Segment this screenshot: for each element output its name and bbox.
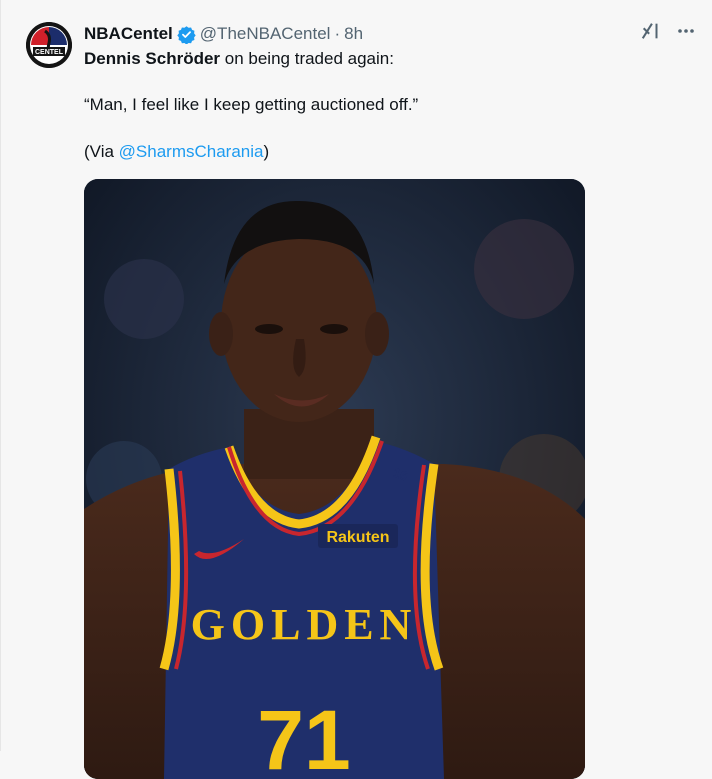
jersey-team-name: GOLDEN [191, 600, 418, 649]
tweet-actions-top [640, 20, 696, 42]
tweet-media-photo[interactable]: 16 Rakuten GOLDEN 71 [84, 179, 585, 779]
tweet-text-bold: Dennis Schröder [84, 49, 221, 68]
jersey-sponsor: Rakuten [326, 529, 389, 546]
avatar[interactable]: CENTEL [26, 22, 72, 68]
via-prefix: (Via [84, 142, 119, 161]
via-mention-link[interactable]: @SharmsCharania [119, 142, 264, 161]
timestamp[interactable]: 8h [344, 24, 363, 44]
via-suffix: ) [263, 142, 270, 161]
separator-dot: · [334, 24, 341, 43]
display-name[interactable]: NBACentel [84, 24, 173, 44]
tweet[interactable]: CENTEL NBACentel @TheNBACentel · 8h Denn… [0, 0, 712, 779]
tweet-via: (Via @SharmsCharania) [84, 142, 269, 162]
grok-icon[interactable] [640, 20, 662, 42]
avatar-logo-text: CENTEL [35, 49, 64, 56]
tweet-quote: “Man, I feel like I keep getting auction… [84, 95, 419, 114]
tweet-text-rest: on being traded again: [220, 49, 394, 68]
verified-badge-icon [177, 25, 196, 45]
more-icon[interactable] [676, 21, 696, 41]
handle[interactable]: @TheNBACentel [200, 24, 331, 44]
tweet-text-line: Dennis Schröder on being traded again: [84, 49, 394, 69]
tweet-header: NBACentel @TheNBACentel · 8h [84, 22, 363, 46]
jersey-number: 71 [257, 693, 350, 779]
